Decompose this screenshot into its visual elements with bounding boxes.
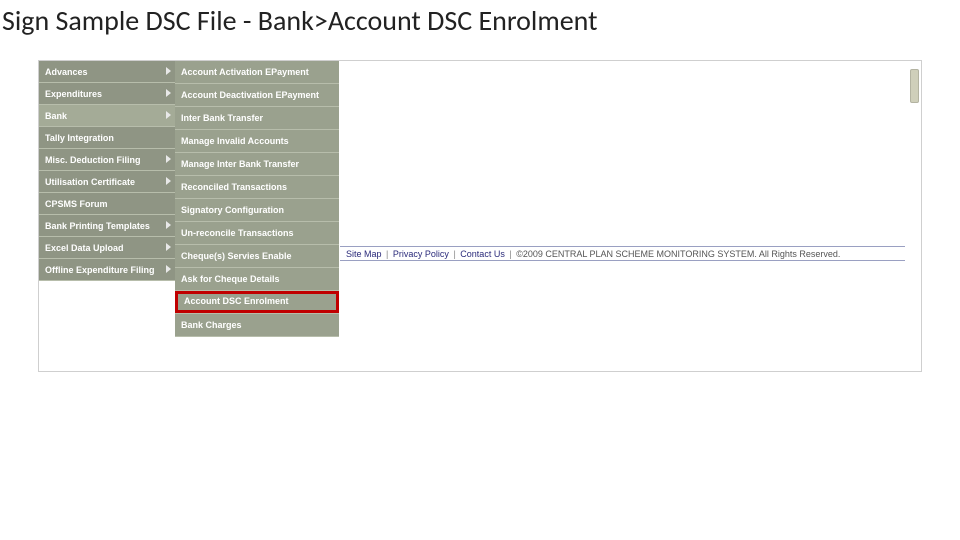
sidebar-item-label: Utilisation Certificate <box>45 177 135 187</box>
app-body: Advances Expenditures Bank Tally Integra… <box>39 61 921 371</box>
sidebar-item-cpsms-forum[interactable]: CPSMS Forum <box>39 193 175 215</box>
bank-submenu: Account Activation EPayment Account Deac… <box>175 61 339 337</box>
chevron-right-icon <box>166 155 171 163</box>
submenu-item-label: Ask for Cheque Details <box>181 274 280 284</box>
submenu-item-label: Account Activation EPayment <box>181 67 309 77</box>
footer-copyright: ©2009 CENTRAL PLAN SCHEME MONITORING SYS… <box>516 249 840 259</box>
footer-link-contact-us[interactable]: Contact Us <box>460 249 505 259</box>
slide-title: Sign Sample DSC File - Bank>Account DSC … <box>0 0 960 38</box>
sidebar-item-excel-data-upload[interactable]: Excel Data Upload <box>39 237 175 259</box>
footer-bar: Site Map | Privacy Policy | Contact Us |… <box>340 246 905 261</box>
sidebar-item-bank[interactable]: Bank <box>39 105 175 127</box>
sidebar: Advances Expenditures Bank Tally Integra… <box>39 61 175 281</box>
sidebar-item-bank-printing-templates[interactable]: Bank Printing Templates <box>39 215 175 237</box>
submenu-item-reconciled-transactions[interactable]: Reconciled Transactions <box>175 176 339 199</box>
submenu-item-inter-bank-transfer[interactable]: Inter Bank Transfer <box>175 107 339 130</box>
submenu-item-ask-for-cheque-details[interactable]: Ask for Cheque Details <box>175 268 339 291</box>
submenu-item-label: Reconciled Transactions <box>181 182 287 192</box>
submenu-item-signatory-configuration[interactable]: Signatory Configuration <box>175 199 339 222</box>
chevron-right-icon <box>166 89 171 97</box>
chevron-right-icon <box>166 221 171 229</box>
sidebar-item-label: Excel Data Upload <box>45 243 124 253</box>
sidebar-item-label: Offline Expenditure Filing <box>45 265 155 275</box>
footer-sep: | <box>453 249 455 259</box>
submenu-item-cheque-services-enable[interactable]: Cheque(s) Servies Enable <box>175 245 339 268</box>
submenu-item-account-activation-epayment[interactable]: Account Activation EPayment <box>175 61 339 84</box>
submenu-item-manage-inter-bank-transfer[interactable]: Manage Inter Bank Transfer <box>175 153 339 176</box>
app-frame: Advances Expenditures Bank Tally Integra… <box>38 60 922 372</box>
chevron-right-icon <box>166 265 171 273</box>
sidebar-item-label: CPSMS Forum <box>45 199 108 209</box>
submenu-item-account-dsc-enrolment[interactable]: Account DSC Enrolment <box>175 291 339 314</box>
sidebar-item-label: Expenditures <box>45 89 102 99</box>
sidebar-item-label: Bank <box>45 111 67 121</box>
footer-link-site-map[interactable]: Site Map <box>346 249 382 259</box>
chevron-right-icon <box>166 243 171 251</box>
sidebar-item-label: Tally Integration <box>45 133 114 143</box>
chevron-right-icon <box>166 67 171 75</box>
submenu-item-bank-charges[interactable]: Bank Charges <box>175 314 339 337</box>
submenu-item-label: Manage Invalid Accounts <box>181 136 289 146</box>
chevron-right-icon <box>166 111 171 119</box>
sidebar-item-advances[interactable]: Advances <box>39 61 175 83</box>
submenu-item-label: Un-reconcile Transactions <box>181 228 294 238</box>
sidebar-item-utilisation-certificate[interactable]: Utilisation Certificate <box>39 171 175 193</box>
sidebar-item-tally-integration[interactable]: Tally Integration <box>39 127 175 149</box>
submenu-item-label: Account DSC Enrolment <box>184 291 289 314</box>
footer-sep: | <box>509 249 511 259</box>
sidebar-item-misc-deduction-filing[interactable]: Misc. Deduction Filing <box>39 149 175 171</box>
submenu-item-label: Signatory Configuration <box>181 205 284 215</box>
submenu-item-label: Account Deactivation EPayment <box>181 90 319 100</box>
sidebar-item-label: Bank Printing Templates <box>45 221 150 231</box>
sidebar-item-offline-expenditure-filing[interactable]: Offline Expenditure Filing <box>39 259 175 281</box>
submenu-item-label: Cheque(s) Servies Enable <box>181 251 292 261</box>
scrollbar-thumb[interactable] <box>910 69 919 103</box>
footer-sep: | <box>386 249 388 259</box>
submenu-item-manage-invalid-accounts[interactable]: Manage Invalid Accounts <box>175 130 339 153</box>
sidebar-item-label: Misc. Deduction Filing <box>45 155 141 165</box>
submenu-item-un-reconcile-transactions[interactable]: Un-reconcile Transactions <box>175 222 339 245</box>
submenu-item-account-deactivation-epayment[interactable]: Account Deactivation EPayment <box>175 84 339 107</box>
submenu-item-label: Bank Charges <box>181 320 242 330</box>
submenu-item-label: Manage Inter Bank Transfer <box>181 159 299 169</box>
chevron-right-icon <box>166 177 171 185</box>
sidebar-item-label: Advances <box>45 67 88 77</box>
footer-link-privacy[interactable]: Privacy Policy <box>393 249 449 259</box>
submenu-item-label: Inter Bank Transfer <box>181 113 263 123</box>
highlight-box: Account DSC Enrolment <box>175 291 339 313</box>
sidebar-item-expenditures[interactable]: Expenditures <box>39 83 175 105</box>
